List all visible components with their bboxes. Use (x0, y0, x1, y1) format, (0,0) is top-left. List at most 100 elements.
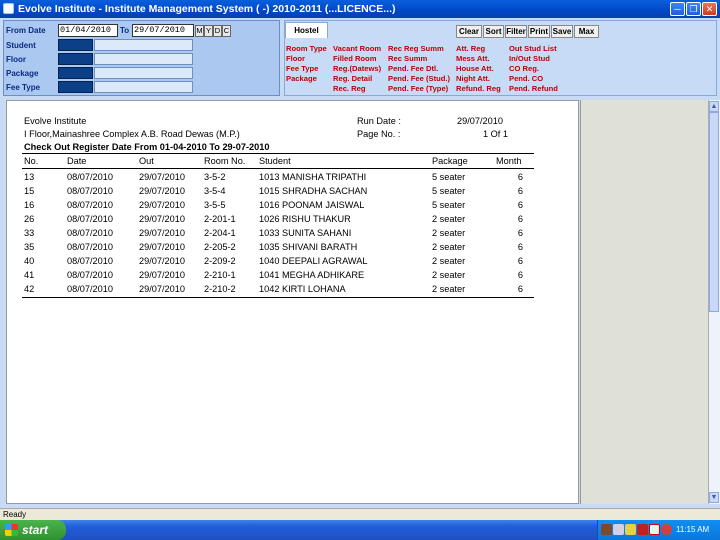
menu-rec-reg-summ[interactable]: Rec Reg Summ (388, 44, 444, 53)
minimize-button[interactable]: ─ (670, 2, 685, 16)
menu-rec-reg[interactable]: Rec. Reg (333, 84, 366, 93)
menu-out-stud-list[interactable]: Out Stud List (509, 44, 557, 53)
package-name-field[interactable] (94, 67, 193, 79)
col-package: Package (432, 156, 468, 166)
cell-out: 29/07/2010 (139, 256, 185, 266)
cell-month: 6 (517, 284, 523, 294)
col-room-no: Room No. (204, 156, 246, 166)
clear-button[interactable]: Clear (456, 25, 482, 38)
scroll-thumb[interactable] (709, 112, 719, 312)
menu-fee-type[interactable]: Fee Type (286, 64, 318, 73)
menu-vacant-room[interactable]: Vacant Room (333, 44, 381, 53)
student-name-field[interactable] (94, 39, 193, 51)
floor-name-field[interactable] (94, 53, 193, 65)
menu-pend-fee-dtl[interactable]: Pend. Fee Dtl. (388, 64, 438, 73)
fee-type-name-field[interactable] (94, 81, 193, 93)
from-date-input[interactable]: 01/04/2010 (58, 24, 118, 37)
windows-logo-icon (5, 524, 18, 536)
menu-house-att[interactable]: House Att. (456, 64, 494, 73)
cell-out: 29/07/2010 (139, 228, 185, 238)
cell-package: 5 seater (432, 172, 466, 182)
student-code-field[interactable] (58, 39, 93, 51)
cell-date: 08/07/2010 (67, 200, 113, 210)
cell-out: 29/07/2010 (139, 200, 185, 210)
tray-volume-icon[interactable] (613, 524, 624, 535)
menu-package[interactable]: Package (286, 74, 317, 83)
cell-date: 08/07/2010 (67, 256, 113, 266)
cell-package: 5 seater (432, 200, 466, 210)
fee-type-code-field[interactable] (58, 81, 93, 93)
print-button[interactable]: Print (528, 25, 550, 38)
scroll-down-icon[interactable]: ▼ (709, 492, 719, 503)
cell-student: 1026 RISHU THAKUR (259, 214, 351, 224)
status-text: Ready (3, 510, 27, 519)
close-button[interactable]: ✕ (702, 2, 717, 16)
menu-co-reg[interactable]: CO Reg. (509, 64, 539, 73)
cell-room: 2-201-1 (204, 214, 236, 224)
cell-no: 26 (24, 214, 35, 224)
package-code-field[interactable] (58, 67, 93, 79)
year-button[interactable]: Y (204, 25, 213, 37)
status-bar: Ready (0, 508, 720, 520)
menu-pend-fee-type[interactable]: Pend. Fee (Type) (388, 84, 448, 93)
save-button[interactable]: Save (551, 25, 573, 38)
cell-room: 2-210-1 (204, 270, 236, 280)
cell-student: 1035 SHIVANI BARATH (259, 242, 358, 252)
tray-shield-icon[interactable] (661, 524, 672, 535)
tab-hostel[interactable]: Hostel (285, 22, 328, 38)
cell-no: 13 (24, 172, 35, 182)
max-button[interactable]: Max (574, 25, 599, 38)
month-button[interactable]: M (195, 25, 204, 37)
menu-pend-co[interactable]: Pend. CO (509, 74, 543, 83)
tray-n-icon[interactable] (649, 524, 660, 535)
cell-date: 08/07/2010 (67, 284, 113, 294)
cell-date: 08/07/2010 (67, 172, 113, 182)
filter-form: From Date 01/04/2010 To 29/07/2010 M Y D… (3, 20, 280, 96)
cell-no: 16 (24, 200, 35, 210)
cell-month: 6 (517, 270, 523, 280)
col-month: Month (496, 156, 522, 166)
sort-button[interactable]: Sort (483, 25, 504, 38)
cell-no: 41 (24, 270, 35, 280)
menu-floor[interactable]: Floor (286, 54, 305, 63)
menu-reg-detail[interactable]: Reg. Detail (333, 74, 372, 83)
col-out: Out (139, 156, 154, 166)
menu-reg-datews[interactable]: Reg.(Datews) (333, 64, 381, 73)
maximize-button[interactable]: ❐ (686, 2, 701, 16)
cell-month: 6 (517, 214, 523, 224)
cell-student: 1033 SUNITA SAHANI (259, 228, 352, 238)
menu-pend-fee-stud[interactable]: Pend. Fee (Stud.) (388, 74, 450, 83)
menu-att-reg[interactable]: Att. Reg (456, 44, 485, 53)
floor-code-field[interactable] (58, 53, 93, 65)
cell-package: 5 seater (432, 186, 466, 196)
col-student: Student (259, 156, 291, 166)
menu-night-att[interactable]: Night Att. (456, 74, 490, 83)
tray-antivirus-icon[interactable] (637, 524, 648, 535)
menu-in-out-stud[interactable]: In/Out Stud (509, 54, 550, 63)
fee-type-label: Fee Type (6, 83, 41, 92)
cell-month: 6 (517, 186, 523, 196)
tray-network-icon[interactable] (601, 524, 612, 535)
menu-filled-room[interactable]: Filled Room (333, 54, 376, 63)
to-date-input[interactable]: 29/07/2010 (132, 24, 194, 37)
menu-mess-att[interactable]: Mess Att. (456, 54, 489, 63)
day-button[interactable]: D (213, 25, 222, 37)
cell-student: 1015 SHRADHA SACHAN (259, 186, 368, 196)
cell-package: 2 seater (432, 284, 466, 294)
menu-pend-refund[interactable]: Pend. Refund (509, 84, 558, 93)
menu-rec-summ[interactable]: Rec Summ (388, 54, 427, 63)
cell-student: 1016 POONAM JAISWAL (259, 200, 365, 210)
menu-refund-reg[interactable]: Refund. Reg (456, 84, 501, 93)
cell-student: 1042 KIRTI LOHANA (259, 284, 346, 294)
cell-out: 29/07/2010 (139, 214, 185, 224)
menu-room-type[interactable]: Room Type (286, 44, 327, 53)
page-no-label: Page No. : (357, 129, 401, 139)
clear-date-button[interactable]: C (222, 25, 231, 37)
cell-no: 35 (24, 242, 35, 252)
scroll-up-icon[interactable]: ▲ (709, 101, 719, 112)
cell-student: 1013 MANISHA TRIPATHI (259, 172, 367, 182)
tray-alert-icon[interactable] (625, 524, 636, 535)
package-label: Package (6, 69, 39, 78)
filter-button[interactable]: Filter (505, 25, 527, 38)
cell-package: 2 seater (432, 228, 466, 238)
